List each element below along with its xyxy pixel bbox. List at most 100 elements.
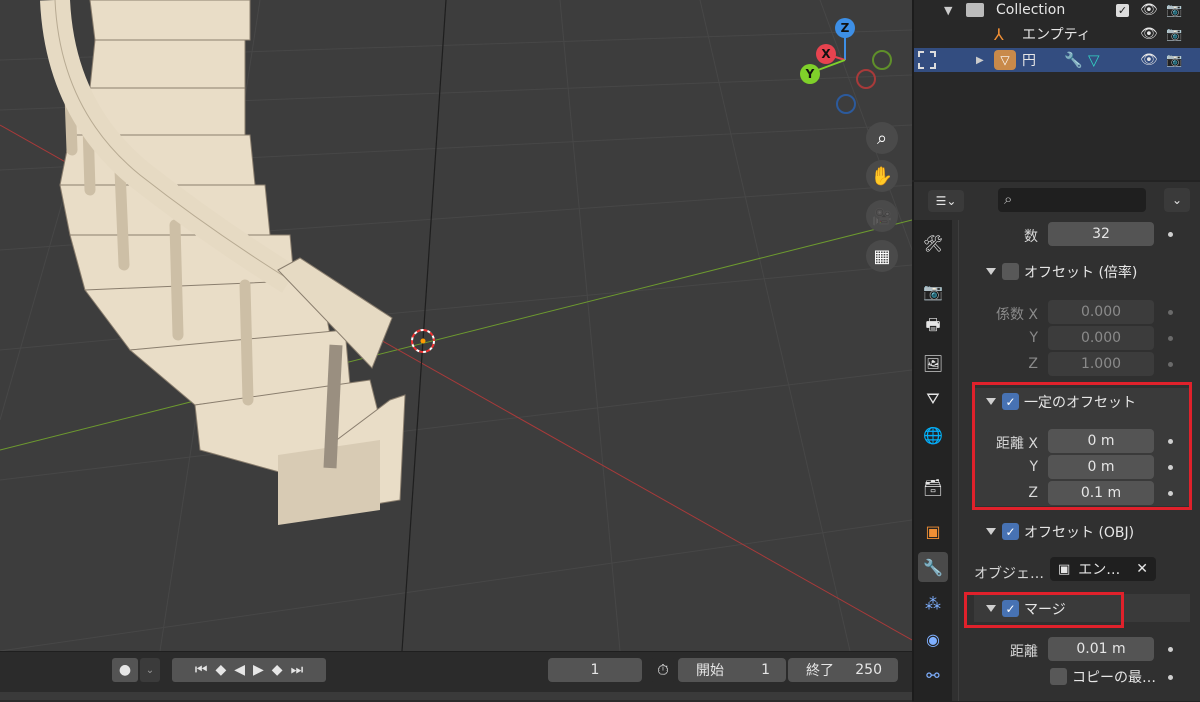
highlight-box-constant-offset [972,382,1192,510]
tab-world[interactable]: 🌐 [918,420,948,450]
clear-icon[interactable]: ✕ [1136,561,1148,577]
gizmo-x-axis[interactable]: X [816,44,836,64]
tab-particles[interactable]: ⁂ [918,588,948,618]
tab-scene[interactable]: ⛛ [918,384,948,414]
eye-icon[interactable]: 👁 [1140,2,1158,18]
tab-modifiers[interactable]: 🔧 [918,552,948,582]
object-icon: ▣ [925,521,941,541]
mesh-object-icon: ▽ [994,50,1016,70]
physics-icon: ◉ [926,629,940,649]
image-icon: 🖼 [922,353,944,373]
playback-controls: ⏮ ◆ ◀ ▶ ◆ ⏭ [172,658,326,682]
gizmo-z-axis[interactable]: Z [835,18,855,38]
grid-icon: ▦ [873,245,891,267]
stopwatch-icon: ⏱ [657,661,669,679]
tab-output[interactable]: 🖶 [918,312,948,342]
outliner-row-empty[interactable]: ⅄ エンプティ 👁 📷 [914,22,1200,46]
tab-constraints[interactable]: ⚯ [918,660,948,690]
tab-view-layer[interactable]: 🖼 [918,348,948,378]
include-checkbox[interactable]: ✓ [1116,3,1129,17]
factor-z-field[interactable]: 1.000 [1048,352,1154,376]
keying-dropdown[interactable]: ⌄ [140,658,160,682]
perspective-toggle-button[interactable]: ▦ [866,240,898,272]
copy-first-last-checkbox[interactable] [1050,668,1067,685]
wrench-icon[interactable]: 🔧 [1064,51,1083,69]
expand-arrow-icon[interactable]: ▼ [944,4,952,17]
editor-type-dropdown[interactable]: ☰⌄ [928,190,964,212]
eye-icon[interactable]: 👁 [1140,52,1158,68]
play-button[interactable]: ▶ [253,662,264,678]
object-icon: ▣ [1058,561,1071,577]
factor-x-value: 0.000 [1080,304,1122,320]
play-reverse-button[interactable]: ◀ [234,662,245,678]
search-icon: ⌕ [1004,190,1013,208]
3d-viewport[interactable]: Z X Y ⌕ ✋ 🎥 ▦ [0,0,912,651]
keyframe-dot[interactable] [1168,647,1173,652]
zoom-view-button[interactable]: ⌕ [866,122,898,154]
count-field[interactable]: 32 [1048,222,1154,246]
gizmo-z-label: Z [840,21,850,35]
merge-distance-label: 距離 [1010,644,1038,660]
header-options-dropdown[interactable]: ⌄ [1164,188,1190,212]
properties-search-input[interactable]: ⌕ [998,188,1146,212]
pan-view-button[interactable]: ✋ [866,160,898,192]
gizmo-y-axis[interactable]: Y [800,64,820,84]
world-icon: 🌐 [923,425,943,445]
copy-first-last-label: コピーの最… [1072,670,1156,686]
jump-start-button[interactable]: ⏮ [195,662,208,678]
mesh-data-icon[interactable]: ▽ [1088,51,1100,69]
properties-tabs: 🛠 📷 🖶 🖼 ⛛ 🌐 🗃 ▣ 🔧 ⁂ ◉ ⚯ [914,220,952,701]
object-label: オブジェ… [974,566,1044,582]
object-picker-value: エン… [1078,562,1121,578]
constraints-icon: ⚯ [926,665,940,685]
count-value: 32 [1092,226,1110,242]
expand-arrow-icon[interactable] [986,528,996,535]
tab-tool[interactable]: 🛠 [918,228,948,258]
start-frame-field[interactable]: 開始 1 [678,658,786,682]
prev-keyframe-button[interactable]: ◆ [215,662,226,678]
expand-arrow-icon[interactable]: ▶ [976,55,984,66]
factor-y-field[interactable]: 0.000 [1048,326,1154,350]
camera-render-icon[interactable]: 📷 [1166,3,1182,18]
check-icon: ✓ [1005,524,1016,539]
viewport-scene [0,0,912,651]
factor-x-label: 係数 X [995,307,1038,323]
outliner-row-collection[interactable]: ▼ Collection ✓ 👁 📷 [914,0,1200,22]
merge-distance-field[interactable]: 0.01 m [1048,637,1154,661]
expand-arrow-icon[interactable] [986,268,996,275]
tab-physics[interactable]: ◉ [918,624,948,654]
start-frame-value: 1 [761,662,770,678]
outliner-row-label: Collection [996,2,1066,18]
end-frame-field[interactable]: 終了 250 [788,658,898,682]
eye-icon[interactable]: 👁 [1140,26,1158,42]
tab-collection[interactable]: 🗃 [918,472,948,502]
render-icon: 📷 [923,281,943,301]
camera-render-icon[interactable]: 📷 [1166,53,1182,68]
outliner-row-circle[interactable]: ▶ ▽ 円 🔧 ▽ 👁 📷 [914,48,1200,72]
selection-mode-icon [918,51,936,69]
keyframe-dot[interactable] [1168,336,1173,341]
keyframe-dot[interactable] [1168,362,1173,367]
next-keyframe-button[interactable]: ◆ [272,662,283,678]
timeline-scrollbar[interactable] [0,692,912,700]
current-frame-field[interactable]: 1 [548,658,642,682]
object-offset-checkbox[interactable]: ✓ [1002,523,1019,540]
keyframe-dot[interactable] [1168,310,1173,315]
start-frame-label: 開始 [696,663,724,679]
preview-range-toggle[interactable]: ⏱ [650,658,676,682]
count-label: 数 [1024,229,1038,245]
record-button[interactable]: ● [112,658,138,682]
keyframe-dot[interactable] [1168,675,1173,680]
jump-end-button[interactable]: ⏭ [291,662,304,678]
relative-offset-checkbox[interactable] [1002,263,1019,280]
keyframe-dot[interactable] [1168,232,1173,237]
camera-view-button[interactable]: 🎥 [866,200,898,232]
chevron-down-icon: ⌄ [145,664,155,676]
object-picker-field[interactable]: ▣ エン… ✕ [1050,557,1156,581]
factor-x-field[interactable]: 0.000 [1048,300,1154,324]
tab-render[interactable]: 📷 [918,276,948,306]
outliner-row-label: 円 [1022,53,1036,69]
tab-object[interactable]: ▣ [918,516,948,546]
camera-render-icon[interactable]: 📷 [1166,27,1182,42]
printer-icon: 🖶 [925,314,941,334]
